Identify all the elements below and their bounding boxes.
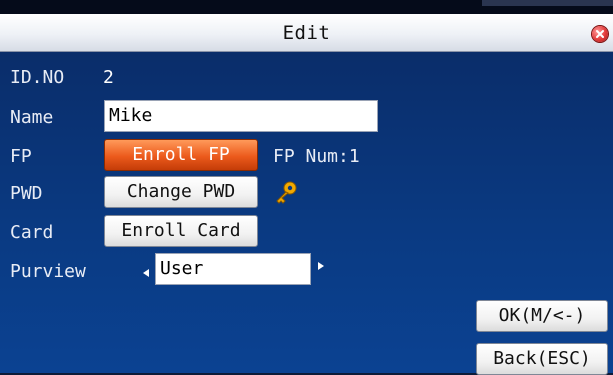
- name-field[interactable]: Mike: [104, 100, 378, 132]
- ok-button[interactable]: OK(M/<-): [476, 300, 608, 332]
- window-title: Edit: [282, 22, 331, 44]
- back-button[interactable]: Back(ESC): [476, 343, 608, 375]
- fp-label: FP: [10, 146, 32, 167]
- close-icon[interactable]: [592, 26, 608, 42]
- id-label: ID.NO: [10, 67, 65, 88]
- top-frame: [0, 0, 613, 14]
- purview-label: Purview: [10, 261, 86, 282]
- pwd-label: PWD: [10, 183, 43, 204]
- arrow-right-icon[interactable]: [318, 262, 324, 270]
- card-label: Card: [10, 222, 54, 243]
- enroll-fp-button[interactable]: Enroll FP: [104, 139, 258, 171]
- name-label: Name: [10, 107, 54, 128]
- top-frame-highlight: [482, 0, 613, 6]
- enroll-card-button[interactable]: Enroll Card: [104, 215, 258, 247]
- title-bar: Edit: [0, 14, 613, 52]
- arrow-left-icon[interactable]: [143, 269, 149, 277]
- change-pwd-button[interactable]: Change PWD: [104, 176, 258, 208]
- edit-form: ID.NO 2 Name Mike FP Enroll FP FP Num:1 …: [0, 52, 613, 375]
- id-value: 2: [103, 67, 114, 88]
- purview-select[interactable]: User: [155, 253, 311, 285]
- fp-num-text: FP Num:1: [273, 146, 360, 167]
- key-icon: [276, 181, 297, 204]
